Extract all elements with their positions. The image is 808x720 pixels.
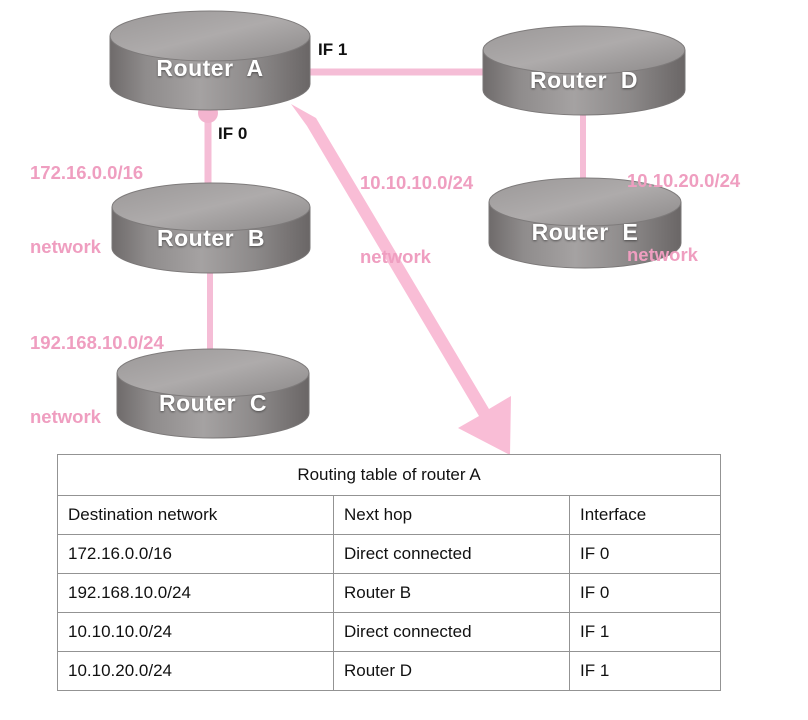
table-header-row: Destination network Next hop Interface: [57, 495, 722, 535]
cell-interface: IF 1: [568, 651, 722, 691]
cell-destination: 10.10.20.0/24: [57, 651, 334, 691]
table-row: 172.16.0.0/16 Direct connected IF 0: [57, 534, 722, 574]
router-d-shape: [482, 25, 686, 116]
link-a-to-d: [287, 62, 492, 82]
router-a-shape: [109, 10, 311, 111]
routing-table: Routing table of router A Destination ne…: [56, 454, 722, 691]
cell-destination: 10.10.10.0/24: [57, 612, 334, 652]
network-label-172: 172.16.0.0/16 network: [30, 112, 143, 309]
network-label-172-line2: network: [30, 235, 101, 257]
column-header-next-hop: Next hop: [333, 495, 570, 535]
cell-next-hop: Direct connected: [333, 534, 570, 574]
table-row: 10.10.20.0/24 Router D IF 1: [57, 651, 722, 691]
cell-destination: 172.16.0.0/16: [57, 534, 334, 574]
routing-table-title: Routing table of router A: [56, 454, 722, 496]
network-label-192-line2: network: [30, 405, 101, 427]
network-label-10-10-line2: network: [360, 245, 431, 267]
table-title-row: Routing table of router A: [56, 454, 722, 496]
network-label-192: 192.168.10.0/24 network: [30, 282, 164, 479]
cell-next-hop: Router B: [333, 573, 570, 613]
table-row: 192.168.10.0/24 Router B IF 0: [57, 573, 722, 613]
cell-destination: 192.168.10.0/24: [57, 573, 334, 613]
cell-interface: IF 0: [568, 573, 722, 613]
network-diagram-page: Router A Router B Router C Router D Rout…: [0, 0, 808, 720]
network-label-10-20-line1: 10.10.20.0/24: [627, 170, 741, 192]
network-label-10-10-line1: 10.10.10.0/24: [360, 172, 474, 194]
cell-next-hop: Direct connected: [333, 612, 570, 652]
column-header-destination: Destination network: [57, 495, 334, 535]
network-label-10-10: 10.10.10.0/24 network: [360, 122, 473, 319]
network-label-192-line1: 192.168.10.0/24: [30, 332, 164, 354]
network-label-172-line1: 172.16.0.0/16: [30, 162, 144, 184]
interface-label-if1: IF 1: [318, 40, 348, 59]
interface-label-if0: IF 0: [218, 124, 248, 143]
column-header-interface: Interface: [568, 495, 722, 535]
cell-interface: IF 1: [568, 612, 722, 652]
table-row: 10.10.10.0/24 Direct connected IF 1: [57, 612, 722, 652]
network-label-10-20-line2: network: [627, 243, 698, 265]
cell-interface: IF 0: [568, 534, 722, 574]
network-label-10-20: 10.10.20.0/24 network: [627, 120, 740, 317]
cell-next-hop: Router D: [333, 651, 570, 691]
